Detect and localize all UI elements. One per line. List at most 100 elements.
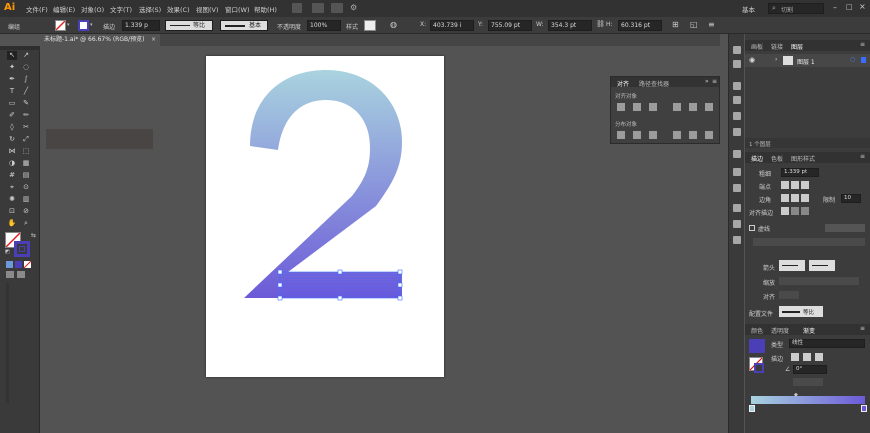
menu-effect[interactable]: 效果(C)	[167, 4, 190, 14]
pathfinder-panel-icon[interactable]	[733, 236, 741, 244]
gradient-mode-icon[interactable]	[15, 261, 22, 268]
screen-mode-icon[interactable]	[17, 271, 25, 278]
document-tab[interactable]: 未标题-1.ai* @ 66.67% (RGB/预览) ×	[40, 34, 160, 46]
selection-tool-icon[interactable]: ↖	[7, 51, 17, 60]
drawing-mode-icon[interactable]	[6, 271, 14, 278]
align-top-icon[interactable]	[673, 103, 681, 111]
stroke-indicator[interactable]	[14, 241, 30, 257]
stroke-within-icon[interactable]	[791, 353, 799, 361]
gradient-menu-icon[interactable]: ≡	[860, 325, 865, 332]
isolate-icon[interactable]: ◱	[690, 20, 698, 29]
eraser-tool-icon[interactable]: ◊	[7, 123, 17, 132]
symbols-panel-icon[interactable]	[733, 112, 741, 120]
tab-swatches[interactable]: 色板	[771, 154, 783, 163]
tab-close-icon[interactable]: ×	[151, 34, 156, 46]
menu-view[interactable]: 视图(V)	[196, 4, 219, 14]
w-field[interactable]: 354.3 pt	[548, 20, 592, 31]
tab-artboards[interactable]: 画板	[751, 42, 763, 51]
gradient-midpoint-icon[interactable]: ◆	[794, 392, 798, 398]
align-bottom-icon[interactable]	[705, 103, 713, 111]
weight-field[interactable]: 1.339 pt	[781, 168, 819, 177]
swatches-panel-icon[interactable]	[733, 82, 741, 90]
graphic-styles-icon[interactable]	[733, 128, 741, 136]
align-left-icon[interactable]	[617, 103, 625, 111]
stroke-weight-field[interactable]: 1.339 p	[122, 20, 160, 31]
menu-window[interactable]: 窗口(W)	[225, 4, 250, 14]
minimize-icon[interactable]: –	[833, 3, 837, 12]
x-field[interactable]: 403.739 i	[430, 20, 474, 31]
layer-target-icon[interactable]: ○	[850, 56, 855, 63]
brush-dropdown[interactable]: 基本	[220, 20, 268, 31]
eyedropper-tool-icon[interactable]: ⌖	[7, 183, 17, 192]
rotate-tool-icon[interactable]: ↻	[7, 135, 17, 144]
gradient-stop-start[interactable]	[749, 405, 755, 412]
shaper-tool-icon[interactable]: ✐	[7, 111, 17, 120]
align-panel-icon[interactable]	[733, 220, 741, 228]
menu-select[interactable]: 选择(S)	[139, 4, 161, 14]
width-tool-icon[interactable]: ⋈	[7, 147, 17, 156]
gradient-slider-bar[interactable]	[751, 396, 865, 404]
tab-align[interactable]: 对齐	[617, 79, 629, 88]
expand-arrow-icon[interactable]: ›	[775, 56, 777, 63]
butt-cap-icon[interactable]	[781, 181, 789, 189]
pasteboard-object[interactable]	[46, 129, 153, 149]
align-menu-icon[interactable]: ≡	[712, 78, 717, 85]
hand-tool-icon[interactable]: ✋	[7, 219, 17, 228]
scissors-tool-icon[interactable]: ✂	[21, 123, 31, 132]
layers-menu-icon[interactable]: ≡	[860, 41, 865, 48]
lasso-tool-icon[interactable]: ◌	[21, 63, 31, 72]
zoom-tool-icon[interactable]: ⌕	[21, 219, 31, 228]
stock-icon[interactable]	[312, 3, 324, 13]
tab-pathfinder[interactable]: 路径查找器	[639, 79, 669, 88]
layer-name[interactable]: 图层 1	[797, 57, 815, 66]
y-field[interactable]: 755.09 pt	[488, 20, 532, 31]
round-join-icon[interactable]	[791, 194, 799, 202]
stroke-menu-icon[interactable]: ≡	[860, 153, 865, 160]
tab-layers[interactable]: 图层	[791, 42, 803, 51]
pen-tool-icon[interactable]: ✒	[7, 75, 17, 84]
tab-gradient[interactable]: 渐变	[803, 326, 815, 335]
stroke-panel-icon[interactable]	[733, 150, 741, 158]
stroke-profile-dropdown[interactable]: 等比	[165, 20, 213, 31]
magic-wand-tool-icon[interactable]: ✦	[7, 63, 17, 72]
menu-file[interactable]: 文件(F)	[26, 4, 48, 14]
align-right-icon[interactable]	[649, 103, 657, 111]
transform-icon[interactable]: ⊞	[672, 20, 679, 29]
color-panel-icon[interactable]	[733, 46, 741, 54]
collapse-icon[interactable]: »	[705, 78, 709, 85]
gpu-icon[interactable]: ⚙	[350, 3, 360, 13]
round-cap-icon[interactable]	[791, 181, 799, 189]
none-mode-icon[interactable]	[24, 261, 31, 268]
menu-type[interactable]: 文字(T)	[110, 4, 132, 14]
distribute-top-icon[interactable]	[617, 131, 625, 139]
free-transform-tool-icon[interactable]: ⬚	[21, 147, 31, 156]
align-hcenter-icon[interactable]	[633, 103, 641, 111]
color-mode-icon[interactable]	[6, 261, 13, 268]
stroke-across-icon[interactable]	[815, 353, 823, 361]
opacity-label[interactable]: 不透明度	[277, 22, 301, 31]
arrow-scale-fields[interactable]	[779, 277, 859, 285]
align-vcenter-icon[interactable]	[689, 103, 697, 111]
slice-tool-icon[interactable]: ⊘	[21, 207, 31, 216]
brushes-panel-icon[interactable]	[733, 96, 741, 104]
menu-object[interactable]: 对象(O)	[81, 4, 104, 14]
artboard-tool-icon[interactable]: ⊡	[7, 207, 17, 216]
gradient-panel-icon[interactable]	[733, 168, 741, 176]
curvature-tool-icon[interactable]: ∫	[21, 75, 31, 84]
distribute-right-icon[interactable]	[705, 131, 713, 139]
bridge-icon[interactable]	[292, 3, 302, 13]
dashed-line-checkbox[interactable]	[749, 225, 755, 231]
distribute-hcenter-icon[interactable]	[689, 131, 697, 139]
stroke-dropdown-icon[interactable]: ▾	[90, 22, 93, 28]
tab-graphic-styles[interactable]: 图形样式	[791, 154, 815, 163]
stroke-swatch[interactable]	[78, 20, 89, 31]
link-proportions-icon[interactable]: ⛓	[596, 20, 605, 28]
gradient-tool-icon[interactable]: ▤	[21, 171, 31, 180]
transparency-panel-icon[interactable]	[733, 184, 741, 192]
tab-stroke[interactable]: 描边	[751, 154, 763, 163]
gradient-stop-end[interactable]	[861, 405, 867, 412]
limit-field[interactable]: 10	[841, 194, 861, 203]
maximize-icon[interactable]: □	[846, 3, 853, 11]
rectangle-tool-icon[interactable]: ▭	[7, 99, 17, 108]
aspect-ratio-field[interactable]	[793, 378, 823, 386]
